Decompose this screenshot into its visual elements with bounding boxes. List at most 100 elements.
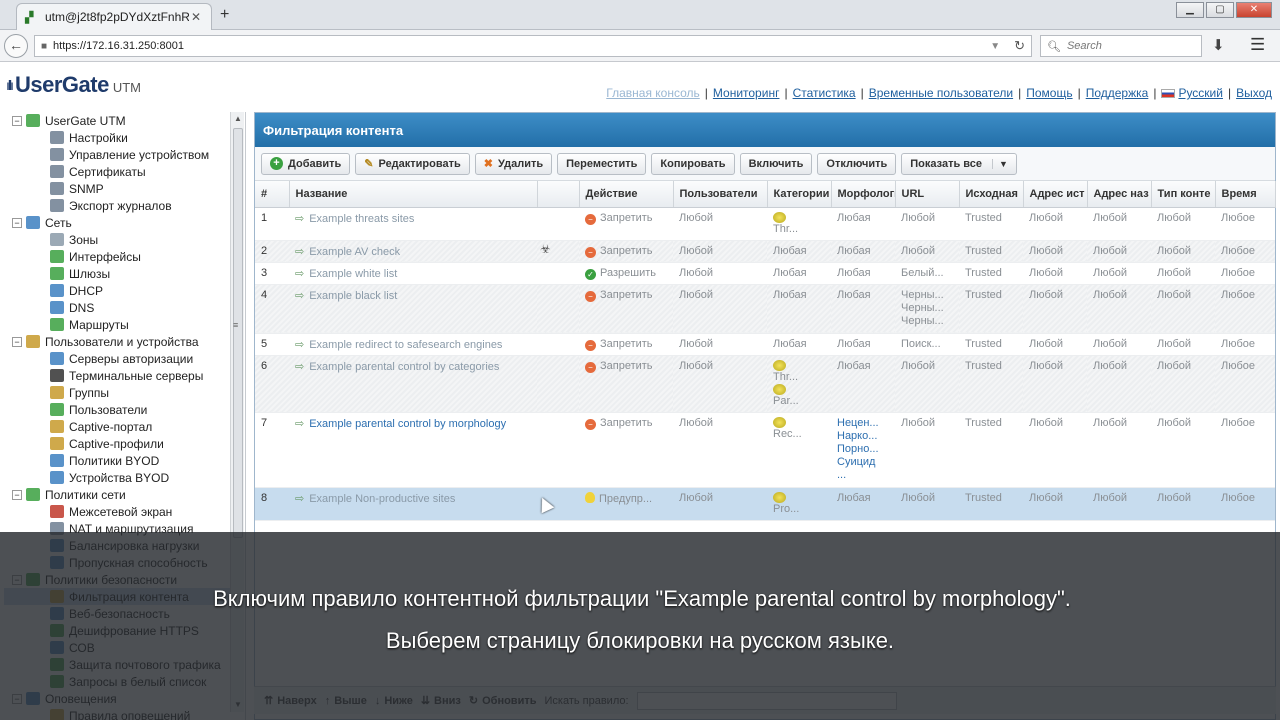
link-support[interactable]: Поддержка	[1086, 86, 1149, 100]
column-header[interactable]: URL	[895, 181, 960, 208]
column-header[interactable]: Время	[1215, 181, 1276, 208]
sidebar-item[interactable]: Устройства BYOD	[4, 469, 230, 486]
link-help[interactable]: Помощь	[1026, 86, 1072, 100]
link-logout[interactable]: Выход	[1236, 86, 1272, 100]
tree-toggle-icon[interactable]: −	[12, 336, 22, 347]
delete-button[interactable]: ✖ Удалить	[474, 152, 553, 175]
sidebar-item[interactable]: Пользователи	[4, 401, 230, 418]
column-header[interactable]: Действие	[579, 181, 674, 208]
sidebar-item[interactable]: Политики BYOD	[4, 452, 230, 469]
scroll-thumb[interactable]	[233, 128, 243, 538]
sidebar-item[interactable]: Межсетевой экран	[4, 503, 230, 520]
maximize-button[interactable]: ▢	[1206, 2, 1234, 18]
users-text: Любой	[679, 337, 714, 350]
sidebar-item[interactable]: Captive-портал	[4, 418, 230, 435]
sidebar-item[interactable]: SNMP	[4, 180, 230, 197]
table-row[interactable]: 5 ⇨ Example redirect to safesearch engines…	[255, 333, 1275, 356]
rule-name[interactable]: Example AV check	[309, 246, 400, 258]
column-header[interactable]: Морфология	[831, 181, 896, 208]
morphology-entry[interactable]: Нарко...	[837, 430, 889, 443]
morphology-entry[interactable]: ...	[837, 469, 889, 482]
category-entry: Любая	[773, 338, 825, 351]
link-monitoring[interactable]: Мониторинг	[713, 86, 780, 100]
sidebar-item[interactable]: DHCP	[4, 282, 230, 299]
sidebar-item[interactable]: Терминальные серверы	[4, 367, 230, 384]
table-row[interactable]: 7 ⇨ Example parental control by morphology…	[255, 412, 1275, 488]
move-button[interactable]: Переместить	[557, 152, 647, 175]
sidebar-item[interactable]: − UserGate UTM	[4, 112, 230, 129]
column-header[interactable]	[537, 181, 580, 208]
hamburger-menu-icon[interactable]: ☰	[1250, 35, 1265, 55]
rule-name[interactable]: Example parental control by categories	[309, 361, 499, 373]
tree-toggle-icon[interactable]: −	[12, 115, 22, 126]
table-row[interactable]: 6 ⇨ Example parental control by categories…	[255, 355, 1275, 413]
close-tab-icon[interactable]: ✕	[189, 10, 203, 24]
morphology-entry[interactable]: Суицид	[837, 456, 889, 469]
reload-icon[interactable]: ↻	[1014, 38, 1025, 54]
rule-name[interactable]: Example threats sites	[309, 213, 414, 225]
scroll-up-icon[interactable]: ▲	[231, 112, 245, 126]
table-row[interactable]: 2 ⇨ Example AV check − Запретить Любой Любая Лю…	[255, 240, 1275, 263]
tree-toggle-icon[interactable]: −	[12, 217, 22, 228]
link-statistics[interactable]: Статистика	[793, 86, 856, 100]
column-header[interactable]: #	[255, 181, 290, 208]
sidebar-item[interactable]: Captive-профили	[4, 435, 230, 452]
sidebar-item[interactable]: − Пользователи и устройства	[4, 333, 230, 350]
sidebar-item[interactable]: Сертификаты	[4, 163, 230, 180]
rule-name[interactable]: Example Non-productive sites	[309, 493, 455, 505]
column-header[interactable]: Адрес ист	[1023, 181, 1088, 208]
sidebar-item[interactable]: − Сеть	[4, 214, 230, 231]
column-header[interactable]: Пользователи	[673, 181, 768, 208]
add-button[interactable]: + Добавить	[261, 152, 351, 175]
language-selector[interactable]: Русский	[1161, 86, 1223, 100]
back-button[interactable]: ←	[4, 34, 28, 58]
copy-button[interactable]: Копировать	[651, 152, 735, 175]
sidebar-item[interactable]: Экспорт журналов	[4, 197, 230, 214]
chevron-down-icon[interactable]: ▼	[992, 158, 1008, 169]
morphology-entry[interactable]: Нецен...	[837, 417, 889, 430]
sidebar-item[interactable]: DNS	[4, 299, 230, 316]
categories-cell: Любая	[767, 333, 831, 356]
new-tab-button[interactable]: +	[220, 6, 229, 24]
rule-name[interactable]: Example black list	[309, 290, 397, 302]
browser-search-input[interactable]: 🔍︎ Search	[1040, 35, 1202, 57]
download-icon[interactable]: ⬇	[1212, 36, 1225, 54]
sidebar-item[interactable]: − Политики сети	[4, 486, 230, 503]
column-header[interactable]: Тип конте	[1151, 181, 1216, 208]
link-temp-users[interactable]: Временные пользователи	[869, 86, 1013, 100]
link-main-console[interactable]: Главная консоль	[606, 86, 700, 100]
sidebar-item[interactable]: Группы	[4, 384, 230, 401]
minimize-button[interactable]: ▁	[1176, 2, 1204, 18]
table-row[interactable]: 1 ⇨ Example threats sites − Запретить Любой Th…	[255, 207, 1275, 241]
sidebar-item[interactable]: Маршруты	[4, 316, 230, 333]
browser-tab[interactable]: ▞ utm@j2t8fp2pDYdXztFnhR... ✕	[16, 3, 212, 30]
table-row[interactable]: 4 ⇨ Example black list − Запретить Любой Любая…	[255, 284, 1275, 334]
sidebar-item[interactable]: Настройки	[4, 129, 230, 146]
sidebar-item[interactable]: Серверы авторизации	[4, 350, 230, 367]
column-header[interactable]: Категории	[767, 181, 832, 208]
column-header[interactable]: Исходная	[959, 181, 1024, 208]
rule-name[interactable]: Example parental control by morphology	[309, 418, 506, 430]
close-window-button[interactable]: ✕	[1236, 2, 1272, 18]
link-language[interactable]: Русский	[1178, 86, 1223, 100]
morphology-entry[interactable]: Порно...	[837, 443, 889, 456]
enable-button[interactable]: Включить	[739, 152, 813, 175]
column-header[interactable]: Адрес наз	[1087, 181, 1152, 208]
tree-toggle-icon[interactable]: −	[12, 489, 22, 500]
categories-cell: Любая	[767, 284, 831, 334]
table-row[interactable]: 8 ⇨ Example Non-productive sites Предупр...…	[255, 487, 1275, 521]
table-row[interactable]: 3 ⇨ Example white list ✓ Разрешить Любой Любая…	[255, 262, 1275, 285]
sidebar-item[interactable]: Управление устройством	[4, 146, 230, 163]
rule-name[interactable]: Example white list	[309, 268, 397, 280]
edit-button[interactable]: ✎ Редактировать	[355, 152, 470, 175]
category-text: Thr...	[773, 222, 799, 235]
chevron-down-icon[interactable]: ▼	[990, 41, 1000, 52]
sidebar-item[interactable]: Зоны	[4, 231, 230, 248]
address-bar[interactable]: ■ https://172.16.31.250:8001 ▼ ↻	[34, 35, 1032, 57]
sidebar-item[interactable]: Шлюзы	[4, 265, 230, 282]
disable-button[interactable]: Отключить	[817, 152, 897, 175]
column-header[interactable]: Название	[289, 181, 538, 208]
show-all-button[interactable]: Показать все ▼	[901, 152, 1017, 175]
sidebar-item[interactable]: Интерфейсы	[4, 248, 230, 265]
rule-name[interactable]: Example redirect to safesearch engines	[309, 339, 502, 351]
